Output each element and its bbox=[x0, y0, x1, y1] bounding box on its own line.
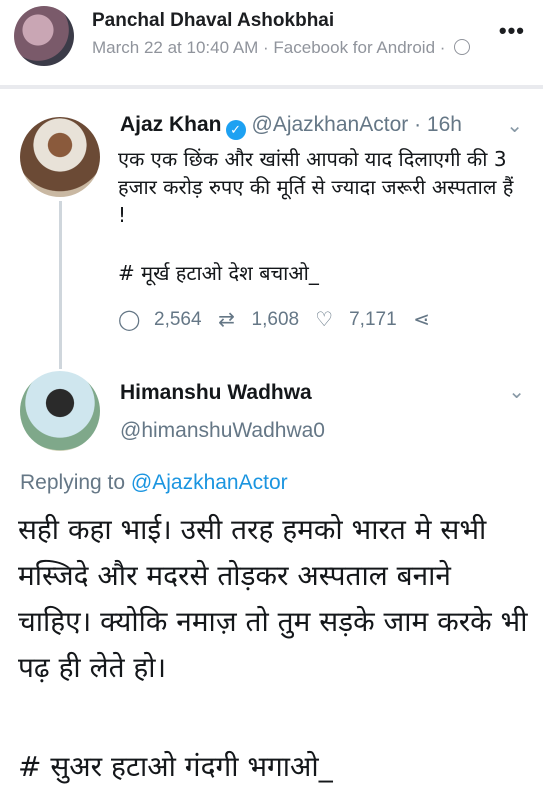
retweet-count: 1,608 bbox=[251, 308, 300, 330]
chevron-down-icon: ⌄ bbox=[508, 381, 525, 403]
globe-icon bbox=[454, 39, 471, 55]
retweet-icon: ⇄ bbox=[218, 309, 235, 331]
author-avatar[interactable] bbox=[14, 6, 74, 66]
share-icon: ⋖ bbox=[413, 309, 431, 331]
like-icon: ♡ bbox=[315, 309, 334, 331]
shared-tweet-screenshot: Ajaz Khan ✓ @AjazkhanActor · 16h ⌄ एक एक छ… bbox=[0, 85, 543, 804]
tweet2-handle: @himanshuWadhwa0 bbox=[120, 419, 325, 442]
chevron-down-icon: ⌄ bbox=[506, 115, 523, 137]
post-meta: March 22 at 10:40 AM · Facebook for Andr… bbox=[92, 38, 471, 58]
like-count: 7,171 bbox=[349, 308, 397, 330]
tweet2-text: सही कहा भाई। उसी तरह हमको भारत मे सभी मस… bbox=[18, 513, 528, 684]
tweet1-hashtag: # मूर्ख हटाओ देश बचाओ_ bbox=[118, 261, 319, 285]
tweet2-author-name: Himanshu Wadhwa bbox=[120, 381, 312, 404]
tweet2-hashtag: # सुअर हटाओ गंदगी भगाओ_ bbox=[18, 750, 333, 783]
facebook-post-header: Panchal Dhaval Ashokbhai March 22 at 10:… bbox=[0, 0, 543, 85]
replying-to: Replying to @AjazkhanActor bbox=[20, 471, 288, 495]
tweet1-header: Ajaz Khan ✓ @AjazkhanActor · 16h bbox=[120, 113, 462, 140]
tweet1-author-name: Ajaz Khan bbox=[120, 113, 222, 136]
author-name[interactable]: Panchal Dhaval Ashokbhai bbox=[92, 10, 334, 32]
more-options-button[interactable]: ••• bbox=[499, 18, 525, 44]
himanshu-avatar bbox=[20, 371, 100, 451]
reply-icon: ◯ bbox=[118, 309, 141, 331]
replying-prefix: Replying to bbox=[20, 471, 126, 494]
post-timestamp[interactable]: March 22 at 10:40 AM · Facebook for Andr… bbox=[92, 38, 445, 57]
reply-count: 2,564 bbox=[154, 308, 202, 330]
thread-line bbox=[59, 201, 62, 369]
verified-badge-icon: ✓ bbox=[225, 120, 246, 140]
replying-to-handle: @AjazkhanActor bbox=[130, 471, 288, 494]
tweet1-handle-time: @AjazkhanActor · 16h bbox=[251, 113, 462, 136]
tweet1-actions: ◯ 2,564 ⇄ 1,608 ♡ 7,171 ⋖ bbox=[118, 307, 433, 332]
ajaz-khan-avatar bbox=[20, 117, 100, 197]
tweet1-text: एक एक छिंक और खांसी आपको याद दिलाएगी की … bbox=[118, 147, 514, 227]
